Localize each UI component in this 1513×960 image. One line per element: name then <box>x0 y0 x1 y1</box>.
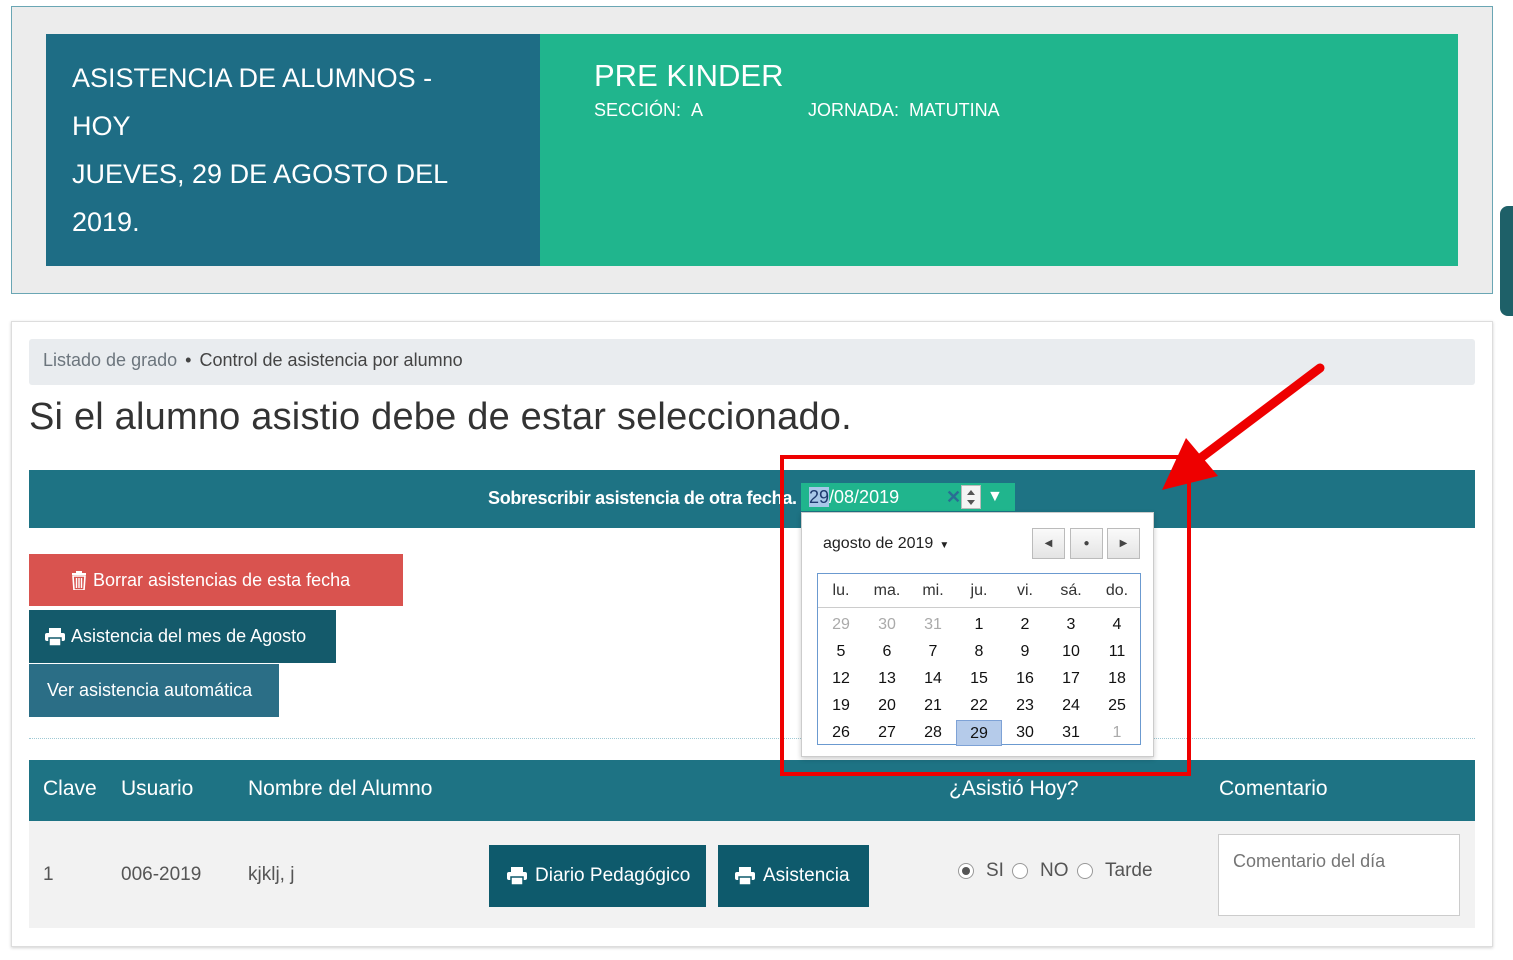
cell-usuario: 006-2019 <box>121 864 202 885</box>
divider <box>29 738 1475 739</box>
cell-clave: 1 <box>43 864 54 885</box>
radio-si-input[interactable] <box>958 863 974 879</box>
column-header-nombre: Nombre del Alumno <box>248 777 433 800</box>
printer-icon <box>735 867 755 885</box>
shift-value: MATUTINA <box>909 100 1000 120</box>
attendance-title-block: ASISTENCIA DE ALUMNOS - HOY JUEVES, 29 D… <box>46 34 540 266</box>
section-info: SECCIÓN: A <box>594 100 703 121</box>
grade-info-block: PRE KINDER SECCIÓN: A JORNADA: MATUTINA <box>540 34 1458 266</box>
attendance-title-line1: ASISTENCIA DE ALUMNOS - <box>72 63 433 93</box>
column-header-usuario: Usuario <box>121 777 194 800</box>
radio-no-label: NO <box>1040 860 1069 881</box>
auto-attendance-button[interactable]: Ver asistencia automática <box>29 664 279 717</box>
radio-no[interactable]: NO <box>1012 860 1069 882</box>
breadcrumb-current: Control de asistencia por alumno <box>199 350 463 370</box>
radio-si-label: SI <box>986 860 1004 881</box>
override-date-label: Sobrescribir asistencia de otra fecha. <box>488 488 797 508</box>
annotation-arrow-icon <box>1162 363 1325 490</box>
delete-attendance-label: Borrar asistencias de esta fecha <box>93 569 351 590</box>
page-title: Si el alumno asistio debe de estar selec… <box>29 396 852 438</box>
breadcrumb-link-grade-list[interactable]: Listado de grado <box>43 350 177 370</box>
attendance-date-line2: 2019. <box>72 207 140 237</box>
table-header: Clave Usuario Nombre del Alumno ¿Asistió… <box>29 760 1475 821</box>
grade-name: PRE KINDER <box>594 58 784 93</box>
comment-field[interactable] <box>1218 834 1460 916</box>
printer-icon <box>507 867 527 885</box>
annotation-highlight-box <box>780 455 1191 776</box>
cell-nombre: kjklj, j <box>248 864 295 885</box>
table-row: 1 006-2019 kjklj, j Diario Pedagógico As… <box>29 821 1475 928</box>
shift-info: JORNADA: MATUTINA <box>808 100 1000 121</box>
auto-attendance-label: Ver asistencia automática <box>47 680 253 700</box>
section-value: A <box>691 100 704 120</box>
delete-attendance-button[interactable]: Borrar asistencias de esta fecha <box>29 554 403 606</box>
trash-icon <box>72 570 86 590</box>
student-attendance-button[interactable]: Asistencia <box>718 845 869 907</box>
radio-tarde-input[interactable] <box>1077 863 1093 879</box>
column-header-clave: Clave <box>43 777 97 800</box>
attendance-date-line1: JUEVES, 29 DE AGOSTO DEL <box>72 159 449 189</box>
radio-no-input[interactable] <box>1012 863 1028 879</box>
printer-icon <box>45 627 65 646</box>
month-attendance-button[interactable]: Asistencia del mes de Agosto <box>29 610 336 663</box>
side-panel-tab[interactable] <box>1500 206 1513 316</box>
column-header-comentario: Comentario <box>1219 777 1328 800</box>
section-label: SECCIÓN: <box>594 100 682 120</box>
student-attendance-label: Asistencia <box>763 865 850 886</box>
shift-label: JORNADA: <box>808 100 900 120</box>
radio-tarde-label: Tarde <box>1105 860 1153 881</box>
month-attendance-label: Asistencia del mes de Agosto <box>71 626 307 646</box>
diario-pedagogico-label: Diario Pedagógico <box>535 865 691 886</box>
diario-pedagogico-button[interactable]: Diario Pedagógico <box>489 845 706 907</box>
radio-si[interactable]: SI <box>958 860 1004 882</box>
column-header-asistio: ¿Asistió Hoy? <box>949 777 1079 800</box>
attendance-title-line2: HOY <box>72 111 131 141</box>
breadcrumb-separator: • <box>185 350 192 370</box>
radio-tarde[interactable]: Tarde <box>1077 860 1153 882</box>
